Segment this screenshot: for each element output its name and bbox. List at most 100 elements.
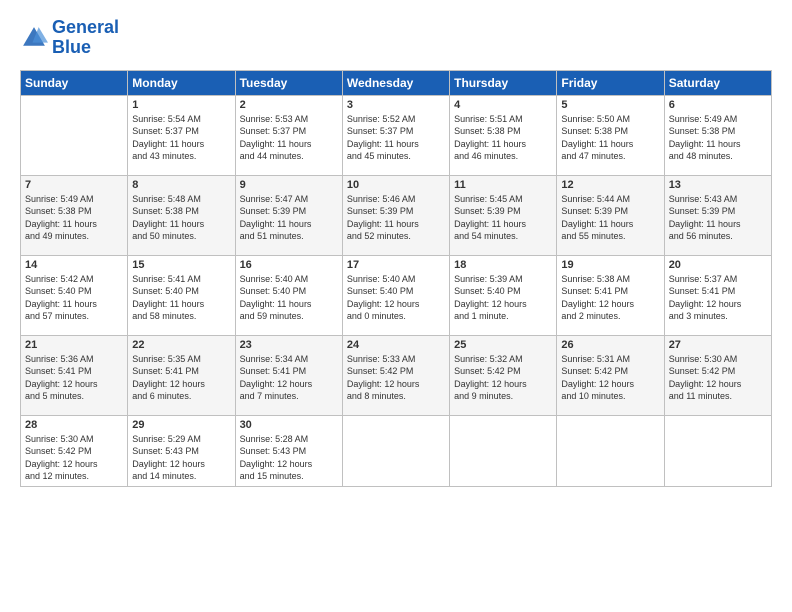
calendar-cell: 22 Sunrise: 5:35 AM Sunset: 5:41 PM Dayli… — [128, 335, 235, 415]
calendar-cell: 8 Sunrise: 5:48 AM Sunset: 5:38 PM Daylig… — [128, 175, 235, 255]
weekday-header: Monday — [128, 70, 235, 95]
cell-info: Sunrise: 5:31 AM Sunset: 5:42 PM Dayligh… — [561, 353, 659, 403]
calendar-cell: 6 Sunrise: 5:49 AM Sunset: 5:38 PM Daylig… — [664, 95, 771, 175]
day-number: 30 — [240, 419, 338, 431]
day-number: 11 — [454, 179, 552, 191]
cell-info: Sunrise: 5:28 AM Sunset: 5:43 PM Dayligh… — [240, 433, 338, 483]
day-number: 8 — [132, 179, 230, 191]
calendar-cell — [450, 415, 557, 486]
calendar-cell: 25 Sunrise: 5:32 AM Sunset: 5:42 PM Dayli… — [450, 335, 557, 415]
calendar-cell: 23 Sunrise: 5:34 AM Sunset: 5:41 PM Dayli… — [235, 335, 342, 415]
calendar-cell: 29Sunrise: 5:29 AM Sunset: 5:43 PM Dayli… — [128, 415, 235, 486]
day-number: 28 — [25, 419, 123, 431]
day-number: 29 — [132, 419, 230, 431]
calendar-cell: 9Sunrise: 5:47 AM Sunset: 5:39 PM Daylig… — [235, 175, 342, 255]
calendar-cell — [342, 415, 449, 486]
cell-info: Sunrise: 5:33 AM Sunset: 5:42 PM Dayligh… — [347, 353, 445, 403]
weekday-row: SundayMondayTuesdayWednesdayThursdayFrid… — [21, 70, 772, 95]
calendar-cell: 15Sunrise: 5:41 AM Sunset: 5:40 PM Dayli… — [128, 255, 235, 335]
day-number: 5 — [561, 99, 659, 111]
calendar-week-row: 28 Sunrise: 5:30 AM Sunset: 5:42 PM Dayli… — [21, 415, 772, 486]
day-number: 20 — [669, 259, 767, 271]
calendar-cell: 19 Sunrise: 5:38 AM Sunset: 5:41 PM Dayli… — [557, 255, 664, 335]
calendar-cell: 7Sunrise: 5:49 AM Sunset: 5:38 PM Daylig… — [21, 175, 128, 255]
day-number: 13 — [669, 179, 767, 191]
weekday-header: Wednesday — [342, 70, 449, 95]
logo-icon — [20, 24, 48, 52]
calendar-cell: 4Sunrise: 5:51 AM Sunset: 5:38 PM Daylig… — [450, 95, 557, 175]
cell-info: Sunrise: 5:42 AM Sunset: 5:40 PM Dayligh… — [25, 273, 123, 323]
day-number: 19 — [561, 259, 659, 271]
page: General Blue SundayMondayTuesdayWednesda… — [0, 0, 792, 612]
weekday-header: Friday — [557, 70, 664, 95]
day-number: 26 — [561, 339, 659, 351]
cell-info: Sunrise: 5:37 AM Sunset: 5:41 PM Dayligh… — [669, 273, 767, 323]
weekday-header: Tuesday — [235, 70, 342, 95]
cell-info: Sunrise: 5:45 AM Sunset: 5:39 PM Dayligh… — [454, 193, 552, 243]
day-number: 3 — [347, 99, 445, 111]
calendar-cell: 24 Sunrise: 5:33 AM Sunset: 5:42 PM Dayli… — [342, 335, 449, 415]
day-number: 24 — [347, 339, 445, 351]
day-number: 22 — [132, 339, 230, 351]
day-number: 1 — [132, 99, 230, 111]
cell-info: Sunrise: 5:34 AM Sunset: 5:41 PM Dayligh… — [240, 353, 338, 403]
cell-info: Sunrise: 5:49 AM Sunset: 5:38 PM Dayligh… — [669, 113, 767, 163]
calendar-cell: 26 Sunrise: 5:31 AM Sunset: 5:42 PM Dayli… — [557, 335, 664, 415]
cell-info: Sunrise: 5:51 AM Sunset: 5:38 PM Dayligh… — [454, 113, 552, 163]
cell-info: Sunrise: 5:40 AM Sunset: 5:40 PM Dayligh… — [347, 273, 445, 323]
calendar-cell: 3Sunrise: 5:52 AM Sunset: 5:37 PM Daylig… — [342, 95, 449, 175]
calendar-cell: 1 Sunrise: 5:54 AM Sunset: 5:37 PM Daylig… — [128, 95, 235, 175]
calendar-cell: 17 Sunrise: 5:40 AM Sunset: 5:40 PM Dayli… — [342, 255, 449, 335]
calendar-week-row: 14 Sunrise: 5:42 AM Sunset: 5:40 PM Dayli… — [21, 255, 772, 335]
calendar-cell: 30 Sunrise: 5:28 AM Sunset: 5:43 PM Dayli… — [235, 415, 342, 486]
logo: General Blue — [20, 18, 119, 58]
cell-info: Sunrise: 5:32 AM Sunset: 5:42 PM Dayligh… — [454, 353, 552, 403]
cell-info: Sunrise: 5:36 AM Sunset: 5:41 PM Dayligh… — [25, 353, 123, 403]
weekday-header: Sunday — [21, 70, 128, 95]
day-number: 23 — [240, 339, 338, 351]
calendar-cell — [664, 415, 771, 486]
cell-info: Sunrise: 5:40 AM Sunset: 5:40 PM Dayligh… — [240, 273, 338, 323]
cell-info: Sunrise: 5:49 AM Sunset: 5:38 PM Dayligh… — [25, 193, 123, 243]
cell-info: Sunrise: 5:41 AM Sunset: 5:40 PM Dayligh… — [132, 273, 230, 323]
cell-info: Sunrise: 5:30 AM Sunset: 5:42 PM Dayligh… — [25, 433, 123, 483]
cell-info: Sunrise: 5:38 AM Sunset: 5:41 PM Dayligh… — [561, 273, 659, 323]
calendar-cell: 21 Sunrise: 5:36 AM Sunset: 5:41 PM Dayli… — [21, 335, 128, 415]
day-number: 17 — [347, 259, 445, 271]
calendar-cell: 13 Sunrise: 5:43 AM Sunset: 5:39 PM Dayli… — [664, 175, 771, 255]
day-number: 25 — [454, 339, 552, 351]
day-number: 2 — [240, 99, 338, 111]
day-number: 27 — [669, 339, 767, 351]
header: General Blue — [20, 18, 772, 58]
calendar-cell: 28 Sunrise: 5:30 AM Sunset: 5:42 PM Dayli… — [21, 415, 128, 486]
cell-info: Sunrise: 5:35 AM Sunset: 5:41 PM Dayligh… — [132, 353, 230, 403]
day-number: 10 — [347, 179, 445, 191]
calendar-week-row: 21 Sunrise: 5:36 AM Sunset: 5:41 PM Dayli… — [21, 335, 772, 415]
calendar-week-row: 1 Sunrise: 5:54 AM Sunset: 5:37 PM Daylig… — [21, 95, 772, 175]
calendar-table: SundayMondayTuesdayWednesdayThursdayFrid… — [20, 70, 772, 487]
day-number: 14 — [25, 259, 123, 271]
cell-info: Sunrise: 5:48 AM Sunset: 5:38 PM Dayligh… — [132, 193, 230, 243]
day-number: 16 — [240, 259, 338, 271]
calendar-cell: 16 Sunrise: 5:40 AM Sunset: 5:40 PM Dayli… — [235, 255, 342, 335]
calendar-week-row: 7Sunrise: 5:49 AM Sunset: 5:38 PM Daylig… — [21, 175, 772, 255]
calendar-cell: 12Sunrise: 5:44 AM Sunset: 5:39 PM Dayli… — [557, 175, 664, 255]
day-number: 21 — [25, 339, 123, 351]
cell-info: Sunrise: 5:43 AM Sunset: 5:39 PM Dayligh… — [669, 193, 767, 243]
weekday-header: Thursday — [450, 70, 557, 95]
cell-info: Sunrise: 5:39 AM Sunset: 5:40 PM Dayligh… — [454, 273, 552, 323]
day-number: 18 — [454, 259, 552, 271]
calendar-cell: 14 Sunrise: 5:42 AM Sunset: 5:40 PM Dayli… — [21, 255, 128, 335]
calendar-cell: 11 Sunrise: 5:45 AM Sunset: 5:39 PM Dayli… — [450, 175, 557, 255]
calendar-header: SundayMondayTuesdayWednesdayThursdayFrid… — [21, 70, 772, 95]
cell-info: Sunrise: 5:54 AM Sunset: 5:37 PM Dayligh… — [132, 113, 230, 163]
calendar-cell: 20 Sunrise: 5:37 AM Sunset: 5:41 PM Dayli… — [664, 255, 771, 335]
day-number: 6 — [669, 99, 767, 111]
cell-info: Sunrise: 5:46 AM Sunset: 5:39 PM Dayligh… — [347, 193, 445, 243]
calendar-cell: 2Sunrise: 5:53 AM Sunset: 5:37 PM Daylig… — [235, 95, 342, 175]
calendar-cell: 10 Sunrise: 5:46 AM Sunset: 5:39 PM Dayli… — [342, 175, 449, 255]
calendar-cell — [557, 415, 664, 486]
weekday-header: Saturday — [664, 70, 771, 95]
calendar-cell: 5 Sunrise: 5:50 AM Sunset: 5:38 PM Daylig… — [557, 95, 664, 175]
cell-info: Sunrise: 5:50 AM Sunset: 5:38 PM Dayligh… — [561, 113, 659, 163]
